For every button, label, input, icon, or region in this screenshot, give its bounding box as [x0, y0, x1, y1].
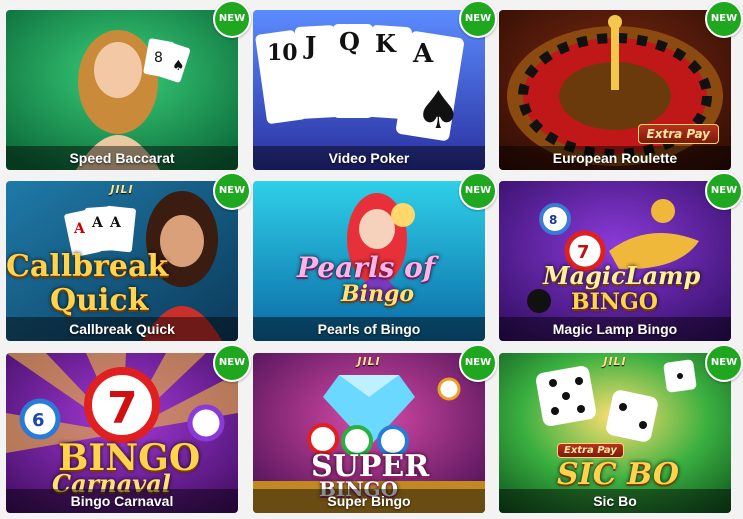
new-badge: NEW: [705, 172, 743, 210]
game-title: European Roulette: [499, 146, 731, 170]
new-badge: NEW: [213, 172, 251, 210]
game-title: Callbreak Quick: [6, 317, 238, 341]
game-logo-text: Pearls of: [297, 251, 435, 284]
game-title: Bingo Carnaval: [6, 489, 238, 513]
game-logo-text: Bingo: [341, 281, 415, 307]
game-logo-text: Callbreak: [6, 249, 169, 284]
svg-text:Q: Q: [339, 27, 360, 56]
game-title: Sic Bo: [499, 489, 731, 513]
game-card-video-poker[interactable]: 10 J Q K A ♠ Video Poker: [253, 10, 485, 170]
new-badge: NEW: [213, 344, 251, 382]
provider-logo: JILI: [110, 183, 134, 196]
game-title: Speed Baccarat: [6, 146, 238, 170]
new-badge: NEW: [213, 0, 251, 38]
game-logo-text: Quick: [50, 283, 149, 318]
svg-text:A: A: [73, 221, 86, 237]
game-card-magic-lamp-bingo[interactable]: 8 7 MagicLamp BINGO Magic Lamp Bingo: [499, 181, 731, 341]
svg-text:8: 8: [154, 50, 163, 66]
game-title: Pearls of Bingo: [253, 317, 485, 341]
game-logo-text: SIC BO: [557, 457, 680, 492]
game-logo-text: MagicLamp: [543, 261, 701, 290]
provider-logo: JILI: [603, 355, 627, 368]
svg-text:♠: ♠: [172, 58, 185, 74]
svg-text:7: 7: [577, 242, 590, 263]
game-title: Video Poker: [253, 146, 485, 170]
game-card-callbreak-quick[interactable]: A A A JILI Callbreak Quick Callbreak Qui…: [6, 181, 238, 341]
game-grid: 8 ♠ Speed Baccarat 10 J Q K A ♠ Video Po…: [0, 0, 743, 519]
svg-text:A: A: [109, 215, 122, 231]
game-card-sic-bo[interactable]: JILI Extra Pay SIC BO Sic Bo: [499, 353, 731, 513]
game-title: Magic Lamp Bingo: [499, 317, 731, 341]
svg-text:10: 10: [267, 40, 298, 66]
game-card-speed-baccarat[interactable]: 8 ♠ Speed Baccarat: [6, 10, 238, 170]
game-card-european-roulette[interactable]: Extra Pay European Roulette: [499, 10, 731, 170]
new-badge: NEW: [459, 172, 497, 210]
game-card-pearls-of-bingo[interactable]: Pearls of Bingo Pearls of Bingo: [253, 181, 485, 341]
svg-text:7: 7: [107, 383, 138, 434]
svg-text:K: K: [375, 29, 397, 58]
game-card-bingo-carnaval[interactable]: 7 6 BINGO Carnaval Bingo Carnaval: [6, 353, 238, 513]
svg-text:♠: ♠: [415, 80, 462, 141]
game-logo-text: BINGO: [571, 289, 658, 315]
new-badge: NEW: [459, 0, 497, 38]
svg-text:6: 6: [32, 410, 45, 431]
svg-text:A: A: [91, 215, 104, 231]
extra-pay-ribbon: Extra Pay: [557, 443, 624, 458]
svg-text:J: J: [303, 31, 316, 60]
provider-logo: JILI: [357, 355, 381, 368]
new-badge: NEW: [459, 344, 497, 382]
game-card-super-bingo[interactable]: JILI SUPER BINGO Super Bingo: [253, 353, 485, 513]
svg-text:A: A: [412, 39, 434, 69]
game-title: Super Bingo: [253, 489, 485, 513]
extra-pay-ribbon: Extra Pay: [637, 124, 719, 144]
new-badge: NEW: [705, 344, 743, 382]
svg-text:8: 8: [549, 213, 557, 227]
new-badge: NEW: [705, 0, 743, 38]
